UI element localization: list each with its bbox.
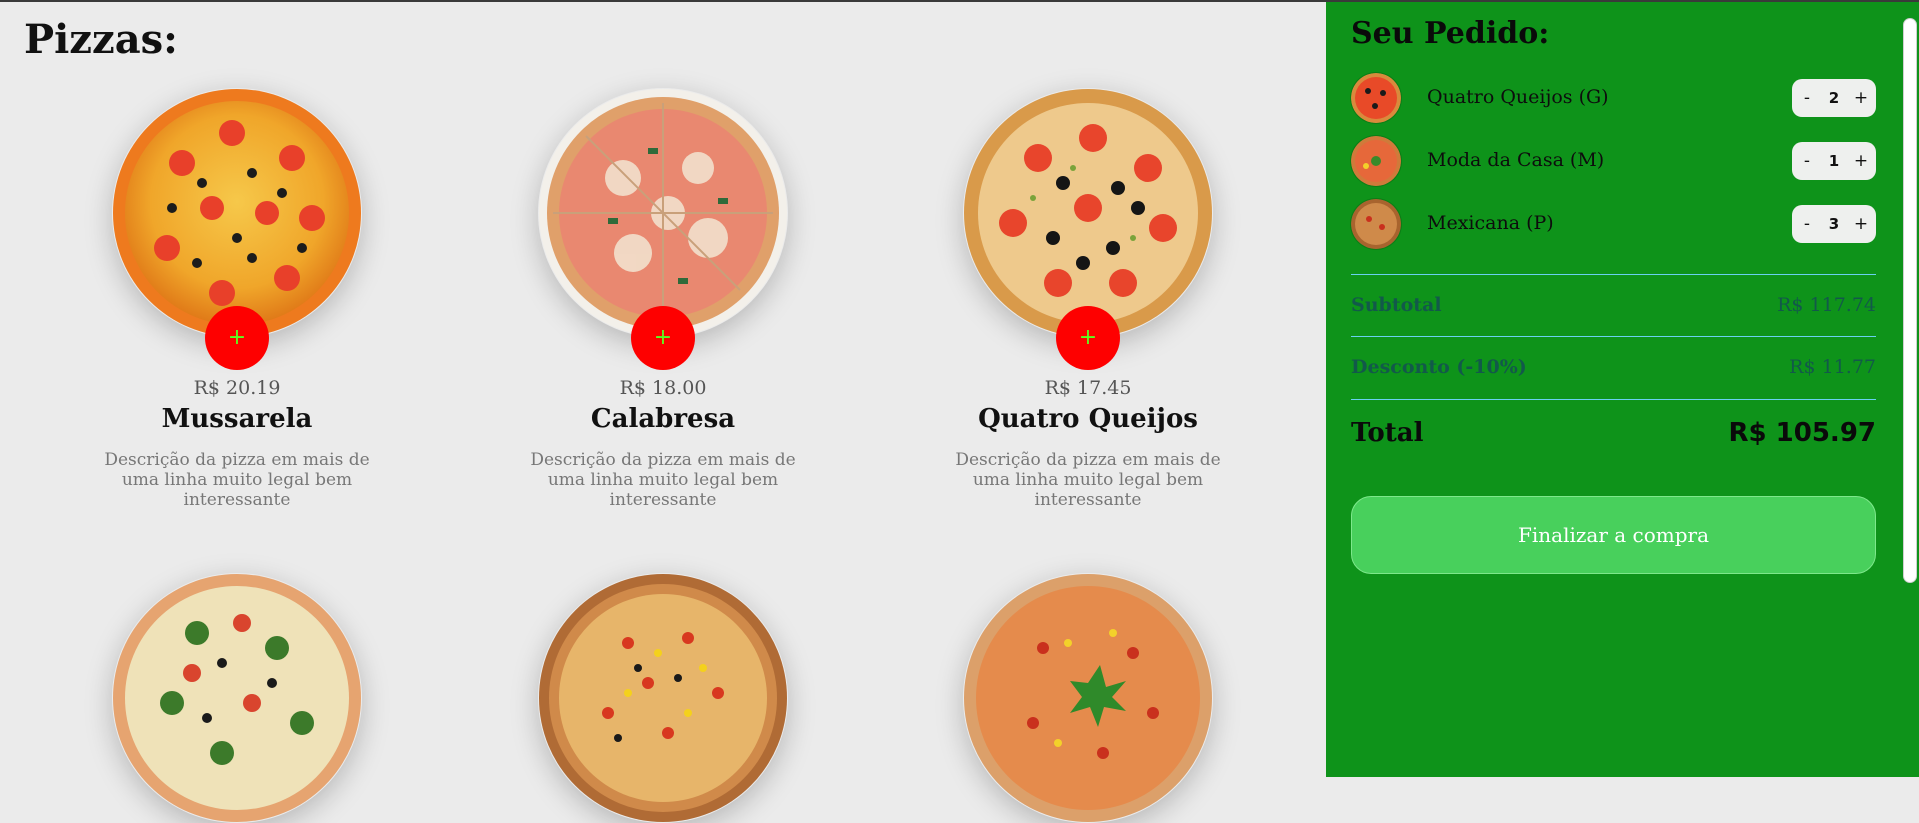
decrease-quantity-button[interactable]: - [1792,142,1822,180]
increase-quantity-button[interactable]: + [1846,205,1876,243]
pizza-price: R$ 17.45 [1044,377,1132,399]
quantity-stepper: - 1 + [1792,142,1876,180]
pizza-image[interactable] [112,88,362,338]
pizza-description: Descrição da pizza em mais de uma linha … [104,450,370,510]
discount-row: Desconto (-10%) R$ 11.77 [1351,356,1876,386]
pizza-image[interactable] [538,88,788,338]
discount-value: R$ 11.77 [1789,356,1876,378]
pizza-image[interactable] [112,573,362,823]
pizza-image[interactable] [963,88,1213,338]
cart-title: Seu Pedido: [1351,16,1550,51]
quantity-value: 2 [1828,89,1840,107]
pizza-card: + R$ 17.45 Quatro Queijos Descrição da p… [938,88,1238,528]
divider [1351,336,1876,337]
add-to-cart-button[interactable]: + [205,306,269,370]
divider [1351,399,1876,400]
pizza-image[interactable] [538,573,788,823]
pizza-card: + R$ 18.00 Calabresa Descrição da pizza … [513,88,813,528]
pizza-name: Calabresa [590,404,736,434]
pizza-card [938,573,1238,823]
total-row: Total R$ 105.97 [1351,418,1876,454]
subtotal-label: Subtotal [1351,294,1442,316]
add-to-cart-button[interactable]: + [1056,306,1120,370]
pizza-price: R$ 20.19 [193,377,281,399]
pizza-description: Descrição da pizza em mais de uma linha … [530,450,796,510]
cart-item: Moda da Casa (M) - 1 + [1351,134,1876,190]
cart-item-image [1351,136,1401,186]
menu-area: Pizzas: + R$ 20.19 Mussarela Descrição d… [0,2,1326,822]
cart-sidebar: Seu Pedido: Quatro Queijos (G) - 2 + Mod… [1326,2,1900,777]
cart-item-name: Moda da Casa (M) [1427,149,1605,171]
quantity-stepper: - 2 + [1792,79,1876,117]
pizza-name: Mussarela [161,404,313,434]
quantity-stepper: - 3 + [1792,205,1876,243]
pizza-card [513,573,813,823]
scrollbar-thumb[interactable] [1903,18,1917,583]
discount-label: Desconto (-10%) [1351,356,1527,378]
decrease-quantity-button[interactable]: - [1792,205,1822,243]
increase-quantity-button[interactable]: + [1846,79,1876,117]
pizza-description: Descrição da pizza em mais de uma linha … [955,450,1221,510]
divider [1351,274,1876,275]
decrease-quantity-button[interactable]: - [1792,79,1822,117]
pizza-card [87,573,387,823]
pizza-price: R$ 18.00 [619,377,707,399]
pizza-name: Quatro Queijos [978,404,1198,434]
total-value: R$ 105.97 [1728,418,1877,448]
increase-quantity-button[interactable]: + [1846,142,1876,180]
total-label: Total [1351,418,1424,448]
add-to-cart-button[interactable]: + [631,306,695,370]
cart-item-image [1351,73,1401,123]
cart-item-name: Quatro Queijos (G) [1427,86,1609,108]
pizza-image[interactable] [963,573,1213,823]
cart-item-image [1351,199,1401,249]
subtotal-row: Subtotal R$ 117.74 [1351,294,1876,324]
cart-item: Quatro Queijos (G) - 2 + [1351,71,1876,127]
pizza-card: + R$ 20.19 Mussarela Descrição da pizza … [87,88,387,528]
quantity-value: 3 [1828,215,1840,233]
pizza-grid: + R$ 20.19 Mussarela Descrição da pizza … [0,2,1326,822]
checkout-button[interactable]: Finalizar a compra [1351,496,1876,574]
quantity-value: 1 [1828,152,1840,170]
cart-item: Mexicana (P) - 3 + [1351,197,1876,253]
cart-item-name: Mexicana (P) [1427,212,1554,234]
subtotal-value: R$ 117.74 [1777,294,1876,316]
